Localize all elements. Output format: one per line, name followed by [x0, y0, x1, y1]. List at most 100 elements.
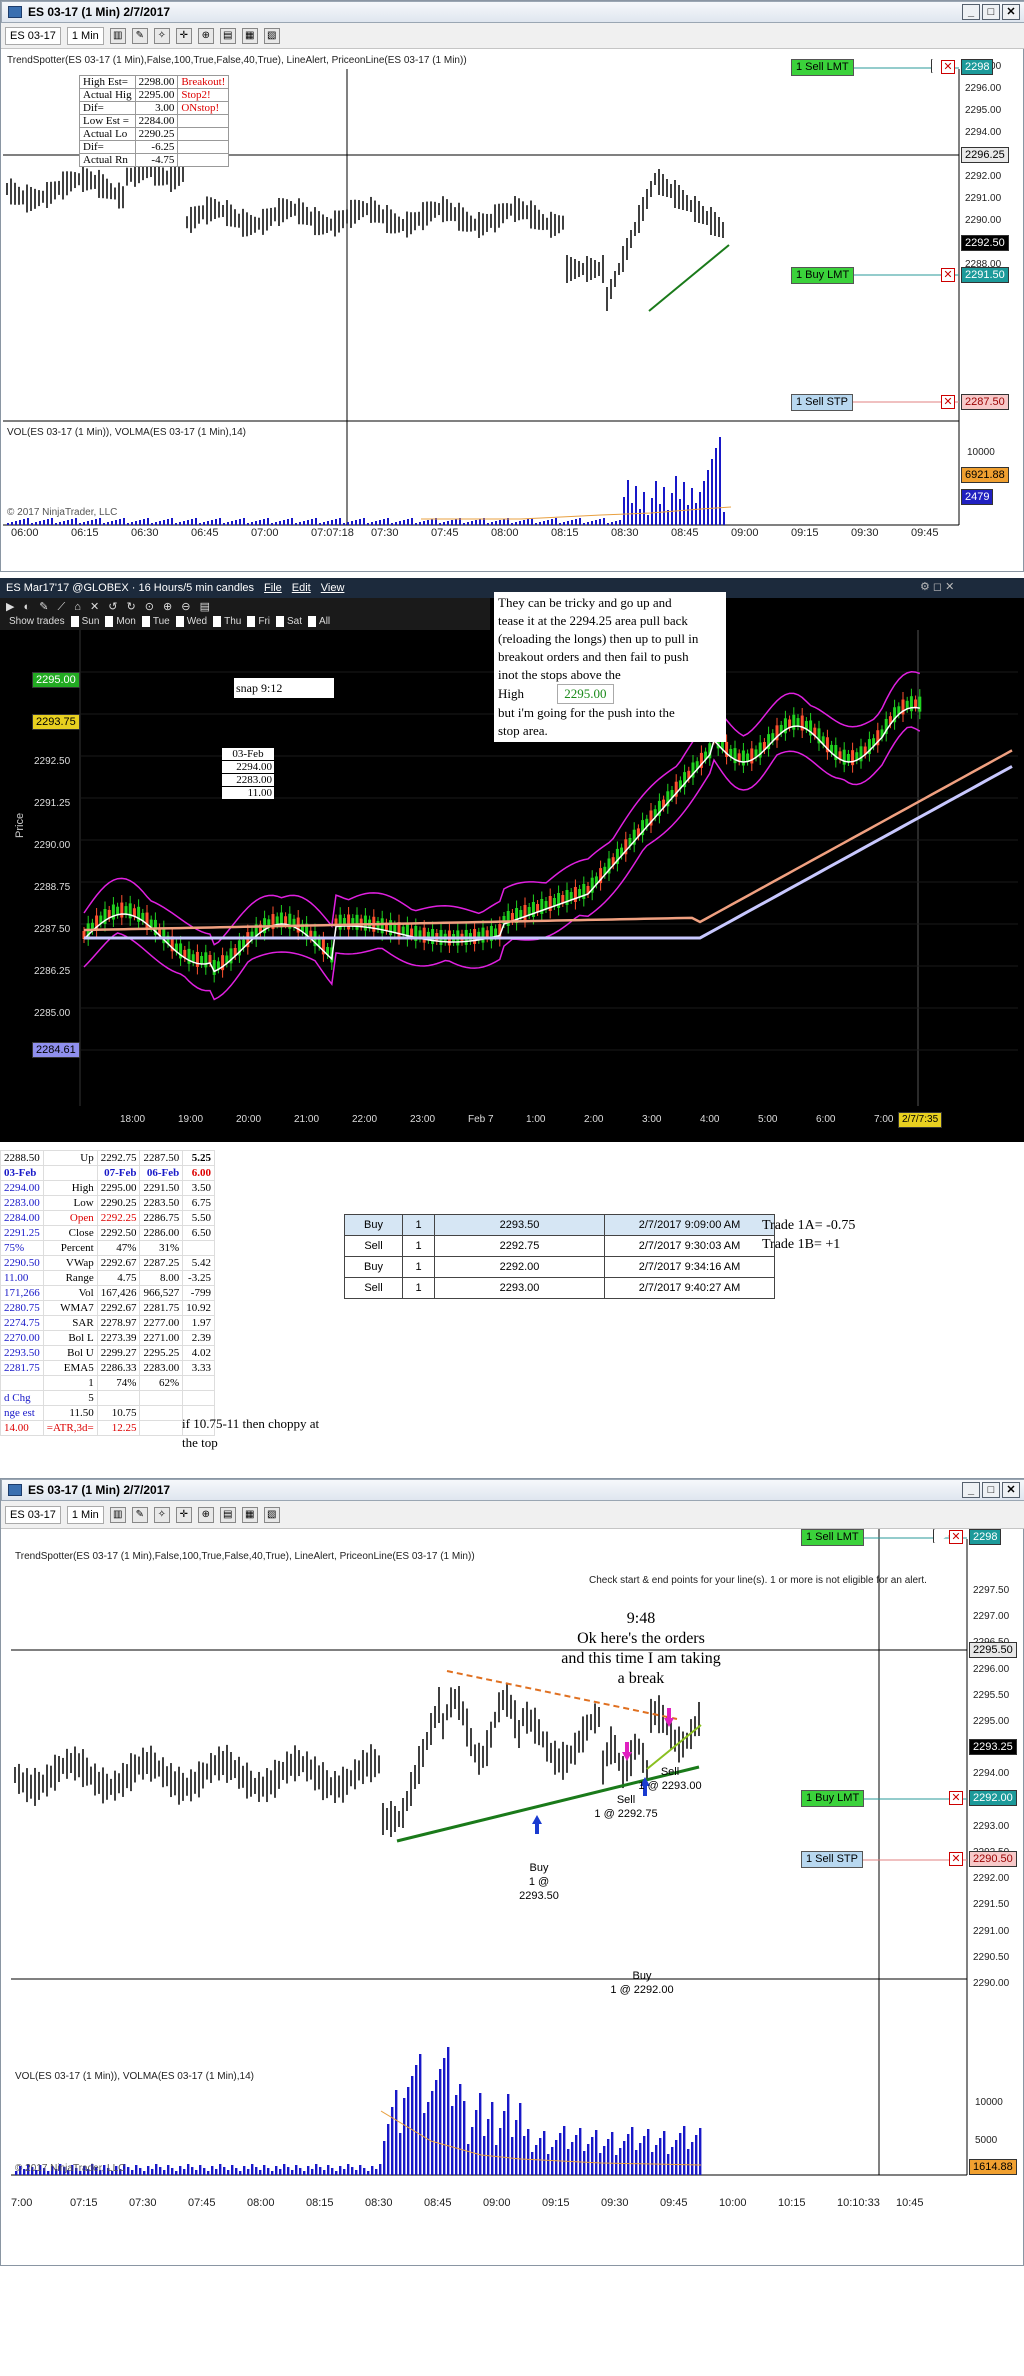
drawing-tools-icon[interactable]: ▶ ◐ ✎ ⟋ ⌂ ✕ ↺ ↻ ⊙ ⊕ ⊖ ▤: [6, 600, 213, 614]
volume-bar: [447, 2047, 450, 2175]
menu-file[interactable]: File: [264, 582, 282, 594]
chart2-xtick: 22:00: [352, 1114, 378, 1125]
volume-bar: [471, 521, 473, 525]
chart-properties-icon[interactable]: ▤: [219, 1506, 236, 1523]
instrument-dropdown[interactable]: ES 03-17: [5, 26, 61, 45]
chart2-ytick: 2287.50: [34, 924, 71, 935]
chart3-volume-bars: [15, 2047, 702, 2175]
indicators-icon[interactable]: ▦: [241, 1506, 258, 1523]
info-cell: 2284.00: [134, 114, 179, 128]
volume-bar: [299, 522, 301, 525]
cancel-order-icon[interactable]: ✕: [941, 395, 955, 409]
stats-cell: 06-Feb: [139, 1165, 184, 1181]
menu-edit[interactable]: Edit: [292, 582, 311, 594]
stats-row: 11.00 Range 4.75 8.00 -3.25: [0, 1270, 215, 1286]
chart1-title-bar[interactable]: ES 03-17 (1 Min) 2/7/2017 _ □ ✕: [1, 1, 1024, 23]
stats-cell: d Chg: [0, 1390, 44, 1406]
minimize-icon[interactable]: _: [962, 4, 980, 20]
menu-view[interactable]: View: [321, 582, 345, 594]
day-filter-8[interactable]: All: [308, 616, 330, 627]
crosshair-icon[interactable]: ✛: [175, 1506, 192, 1523]
day-filter-1[interactable]: Sun: [70, 616, 99, 627]
day-filter-2[interactable]: Mon: [105, 616, 136, 627]
wand-icon[interactable]: ✧: [153, 1506, 170, 1523]
cancel-order-icon[interactable]: ✕: [941, 268, 955, 282]
volume-bar: [19, 520, 21, 525]
volume-bar: [387, 2124, 390, 2175]
close-icon[interactable]: ✕: [1002, 1482, 1020, 1498]
stats-cell: 171,266: [0, 1285, 44, 1301]
day-filter-5[interactable]: Thu: [213, 616, 241, 627]
minimize-icon[interactable]: _: [962, 1482, 980, 1498]
volume-bar: [155, 522, 157, 525]
candle-body: [120, 902, 124, 918]
cancel-order-icon[interactable]: ✕: [949, 1852, 963, 1866]
crosshair-icon[interactable]: ✛: [175, 27, 192, 44]
candle-body: [347, 914, 351, 930]
maximize-icon[interactable]: □: [982, 1482, 1000, 1498]
interval-dropdown[interactable]: 1 Min: [66, 1505, 104, 1524]
volume-bar: [83, 522, 85, 525]
volume-bar: [243, 518, 245, 525]
wand-icon[interactable]: ✧: [153, 27, 170, 44]
volume-bar: [599, 2153, 602, 2175]
pencil-icon[interactable]: ✎: [131, 27, 148, 44]
day-filter-0[interactable]: Show trades: [6, 616, 65, 627]
day-filter-3[interactable]: Tue: [141, 616, 170, 627]
candle-body: [578, 889, 582, 897]
stats-cell: 47%: [96, 1240, 141, 1256]
instrument-dropdown[interactable]: ES 03-17: [5, 1505, 61, 1524]
trade-row[interactable]: Buy 1 2292.00 2/7/2017 9:34:16 AM: [344, 1256, 775, 1278]
close-icon[interactable]: ✕: [1002, 4, 1020, 20]
zoom-icon[interactable]: ⊕: [197, 1506, 214, 1523]
zoom-icon[interactable]: ⊕: [197, 27, 214, 44]
chart2-xtick: 7:00: [874, 1114, 894, 1125]
cancel-order-icon[interactable]: ✕: [941, 60, 955, 74]
chart-properties-icon[interactable]: ▤: [219, 27, 236, 44]
chart1-sell-stp-order[interactable]: 1 Sell STP: [791, 394, 853, 411]
volume-bar: [551, 519, 553, 525]
volume-bar: [515, 522, 517, 525]
chart3-title-bar[interactable]: ES 03-17 (1 Min) 2/7/2017 _ □ ✕: [1, 1479, 1024, 1501]
exec-side: Buy: [529, 1862, 549, 1874]
cancel-order-icon[interactable]: ✕: [949, 1530, 963, 1544]
chart3-sell-lmt-order[interactable]: 1 Sell LMT: [801, 1529, 864, 1546]
bar-type-icon[interactable]: ▥: [109, 1506, 126, 1523]
indicators-icon[interactable]: ▦: [241, 27, 258, 44]
volume-bar: [303, 521, 305, 525]
volume-bar: [511, 2137, 514, 2175]
trade-row[interactable]: Sell 1 2293.00 2/7/2017 9:40:27 AM: [344, 1277, 775, 1299]
chart3-vol-ytick: 10000: [975, 2097, 1003, 2108]
volume-bar: [679, 2133, 682, 2175]
trade-row[interactable]: Sell 1 2292.75 2/7/2017 9:30:03 AM: [344, 1235, 775, 1257]
chart1-sell-lmt-order[interactable]: 1 Sell LMT: [791, 59, 854, 76]
chart1-vol-tag: 2479: [961, 489, 994, 505]
day-filter-4[interactable]: Wed: [175, 616, 207, 627]
bar-type-icon[interactable]: ▥: [109, 27, 126, 44]
volume-bar: [219, 518, 221, 525]
day-filter-7[interactable]: Sat: [276, 616, 302, 627]
candle-body: [569, 892, 573, 900]
volume-bar: [167, 2165, 170, 2175]
chart3-sell-stp-order[interactable]: 1 Sell STP: [801, 1851, 863, 1868]
exec-text: 1 @ 2293.00: [638, 1780, 702, 1792]
pencil-icon[interactable]: ✎: [131, 1506, 148, 1523]
strategies-icon[interactable]: ▧: [263, 1506, 280, 1523]
volume-bar: [31, 523, 33, 525]
day-filter-6[interactable]: Fri: [247, 616, 270, 627]
stats-cell: [139, 1390, 184, 1406]
trade-row[interactable]: Buy 1 2293.50 2/7/2017 9:09:00 AM: [344, 1214, 775, 1236]
maximize-icon[interactable]: □: [982, 4, 1000, 20]
stats-cell: 1: [42, 1375, 98, 1391]
volume-bar: [639, 509, 641, 525]
stats-cell: -799: [182, 1285, 215, 1301]
trade-cell: Sell: [344, 1235, 403, 1257]
chart2-window-controls[interactable]: ⚙ ◻ ✕: [920, 580, 954, 593]
volume-bar: [515, 2120, 518, 2175]
chart2-tag-blue: 2284.61: [32, 1042, 80, 1058]
strategies-icon[interactable]: ▧: [263, 27, 280, 44]
interval-dropdown[interactable]: 1 Min: [66, 26, 104, 45]
cancel-order-icon[interactable]: ✕: [949, 1791, 963, 1805]
chart3-buy-lmt-order[interactable]: 1 Buy LMT: [801, 1790, 865, 1807]
chart1-buy-lmt-order[interactable]: 1 Buy LMT: [791, 267, 855, 284]
